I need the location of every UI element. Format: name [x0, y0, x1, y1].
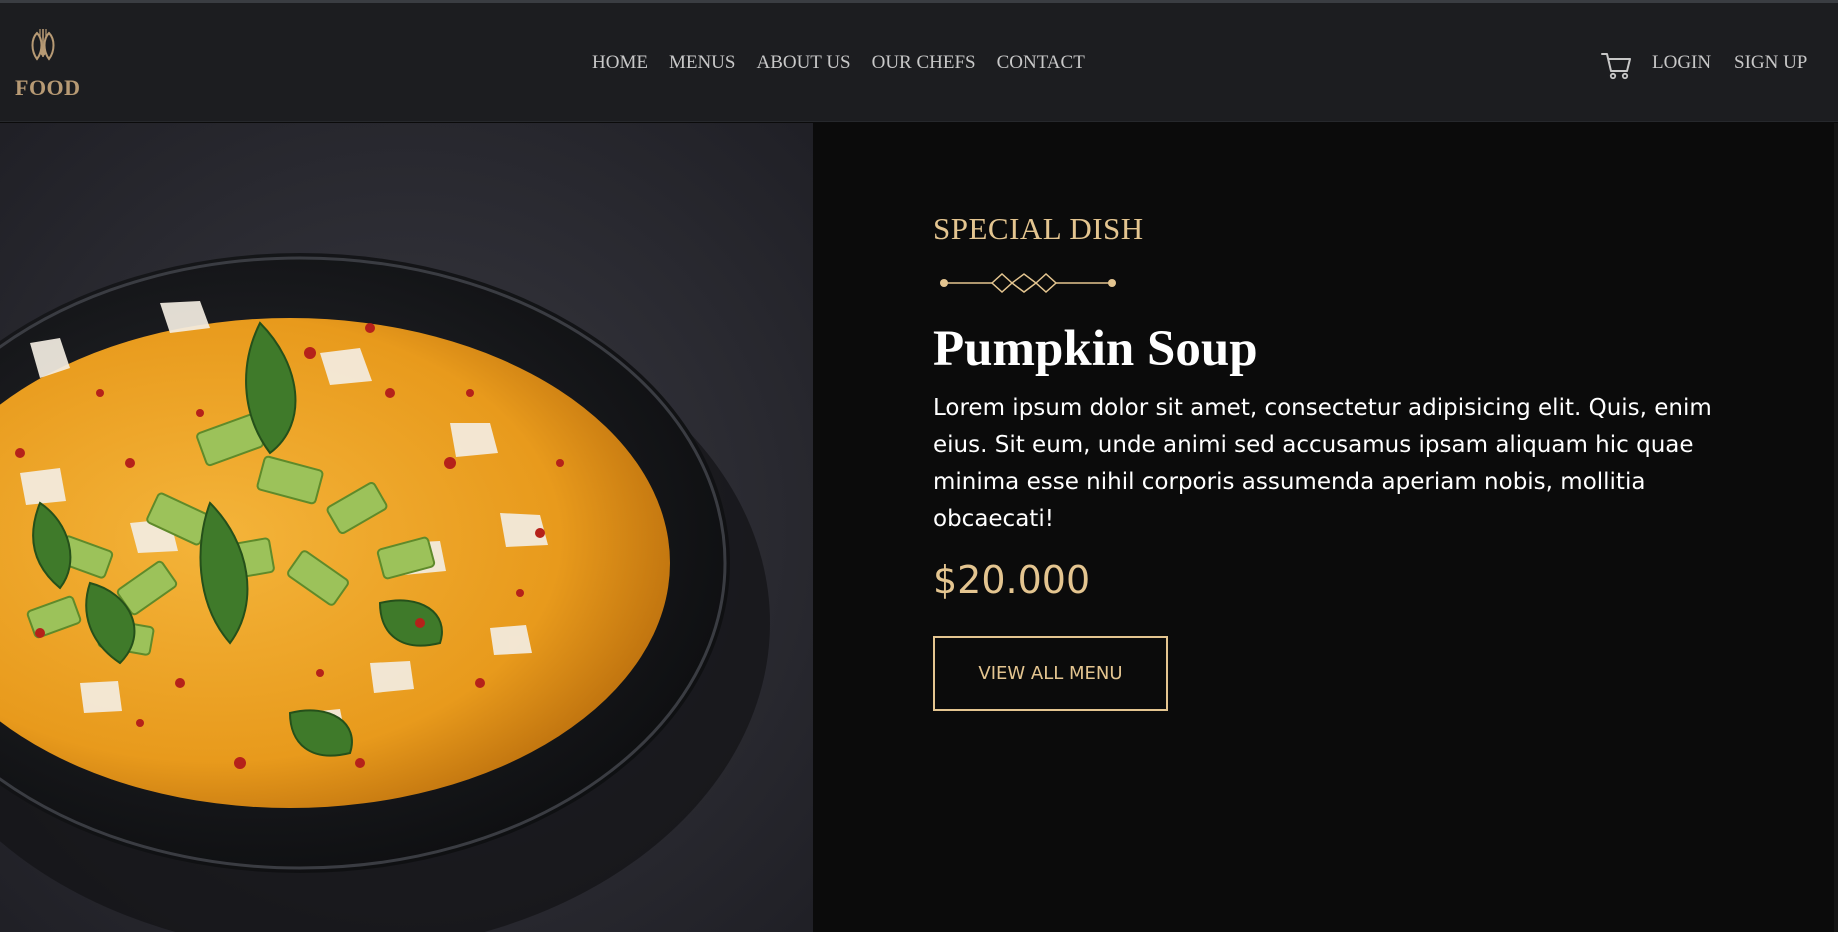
special-dish-label: SPECIAL DISH	[933, 211, 1144, 246]
shopping-cart-icon[interactable]	[1600, 49, 1632, 81]
signup-link[interactable]: SIGN UP	[1734, 52, 1807, 74]
dish-price: $20.000	[933, 558, 1091, 602]
nav-item-about-us[interactable]: ABOUT US	[756, 52, 850, 74]
dish-description: Lorem ipsum dolor sit amet, consectetur …	[933, 395, 1712, 532]
soup-illustration	[0, 123, 813, 932]
view-all-menu-button[interactable]: VIEW ALL MENU	[933, 636, 1168, 711]
brand-name: FOOD	[15, 75, 81, 100]
ornamental-divider-icon	[940, 273, 1116, 293]
main-nav: HOME MENUS ABOUT US OUR CHEFS CONTACT	[592, 52, 1106, 74]
site-header: FOOD HOME MENUS ABOUT US OUR CHEFS CONTA…	[0, 3, 1838, 122]
nav-item-menus[interactable]: MENUS	[669, 52, 736, 74]
cutlery-leaf-icon	[31, 29, 55, 61]
next-slide-edge	[1834, 123, 1838, 932]
login-link[interactable]: LOGIN	[1652, 52, 1711, 74]
special-dish-section: SPECIAL DISH Pumpkin Soup Lorem ipsum do…	[813, 123, 1838, 932]
brand-logo[interactable]: FOOD	[15, 25, 85, 105]
nav-item-contact[interactable]: CONTACT	[997, 52, 1085, 74]
pumpkin-soup-image	[0, 123, 813, 932]
nav-item-our-chefs[interactable]: OUR CHEFS	[872, 52, 976, 74]
nav-item-home[interactable]: HOME	[592, 52, 648, 74]
dish-title: Pumpkin Soup	[933, 321, 1258, 377]
